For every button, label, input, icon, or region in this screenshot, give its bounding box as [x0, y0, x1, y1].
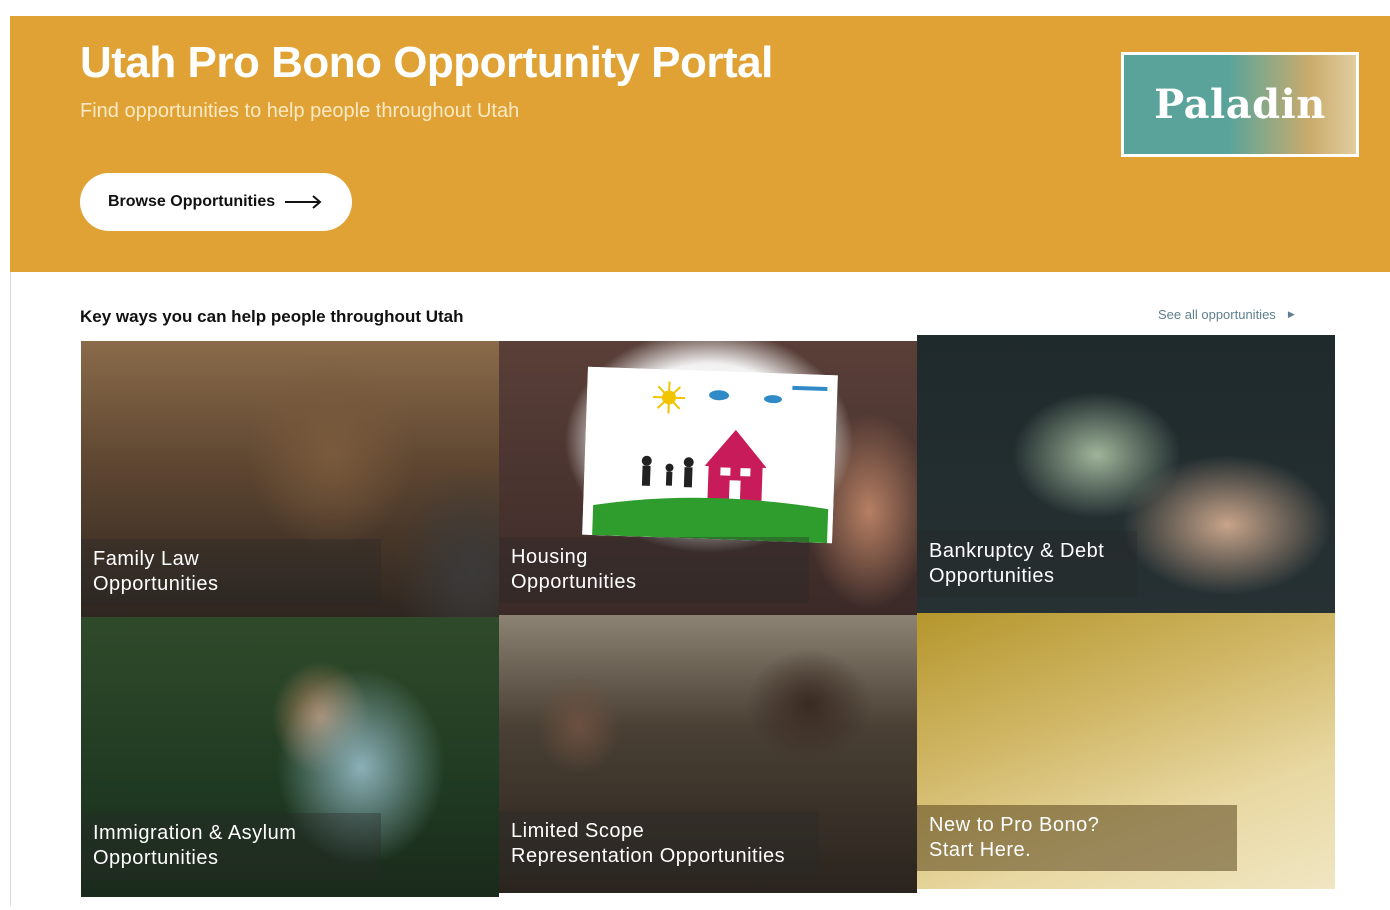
page-title: Utah Pro Bono Opportunity Portal — [80, 38, 773, 87]
tile-title-line1: New to Pro Bono? — [929, 814, 1100, 836]
tile-title-line1: Limited Scope — [511, 820, 645, 842]
tile-caption: Limited Scope Representation Opportuniti… — [499, 811, 819, 877]
paladin-logo[interactable]: Paladin — [1121, 52, 1359, 157]
tile-title-line2: Opportunities — [93, 847, 219, 869]
tile-limited-scope[interactable]: Limited Scope Representation Opportuniti… — [499, 615, 917, 893]
tile-title-line1: Immigration & Asylum — [93, 822, 297, 844]
logo-text: Paladin — [1154, 81, 1326, 128]
tile-title-line1: Bankruptcy & Debt — [929, 540, 1105, 562]
see-all-label: See all opportunities — [1158, 307, 1276, 322]
browse-opportunities-label: Browse Opportunities — [108, 193, 276, 210]
tile-title-line2: Start Here. — [929, 839, 1032, 861]
section-title: Key ways you can help people throughout … — [80, 307, 464, 326]
tile-caption: Housing Opportunities — [499, 537, 809, 603]
tile-caption: Immigration & Asylum Opportunities — [81, 813, 381, 879]
house-drawing-image — [582, 366, 838, 544]
tile-title-line1: Housing — [511, 546, 588, 568]
hero-banner: Utah Pro Bono Opportunity Portal Find op… — [10, 16, 1390, 272]
browse-opportunities-button[interactable]: Browse Opportunities — [80, 173, 352, 231]
tile-family-law[interactable]: Family Law Opportunities — [81, 341, 499, 617]
tile-title-line1: Family Law — [93, 548, 200, 570]
tile-title-line2: Opportunities — [929, 565, 1055, 587]
tile-housing[interactable]: Housing Opportunities — [499, 341, 917, 615]
tile-new-to-pro-bono[interactable]: New to Pro Bono? Start Here. — [917, 613, 1335, 889]
tile-title-line2: Opportunities — [511, 571, 637, 593]
tile-caption: Bankruptcy & Debt Opportunities — [917, 531, 1137, 597]
page-subtitle: Find opportunities to help people throug… — [80, 100, 520, 122]
tile-caption: Family Law Opportunities — [81, 539, 381, 605]
tile-title-line2: Representation Opportunities — [511, 845, 786, 867]
triangle-right-icon: ▶ — [1287, 309, 1295, 319]
tile-caption: New to Pro Bono? Start Here. — [917, 805, 1237, 871]
tile-title-line2: Opportunities — [93, 573, 219, 595]
tile-bankruptcy-debt[interactable]: Bankruptcy & Debt Opportunities — [917, 335, 1335, 613]
tile-immigration-asylum[interactable]: Immigration & Asylum Opportunities — [81, 617, 499, 897]
see-all-opportunities-link[interactable]: See all opportunities ▶ — [1158, 307, 1295, 322]
arrow-right-icon — [285, 195, 323, 209]
